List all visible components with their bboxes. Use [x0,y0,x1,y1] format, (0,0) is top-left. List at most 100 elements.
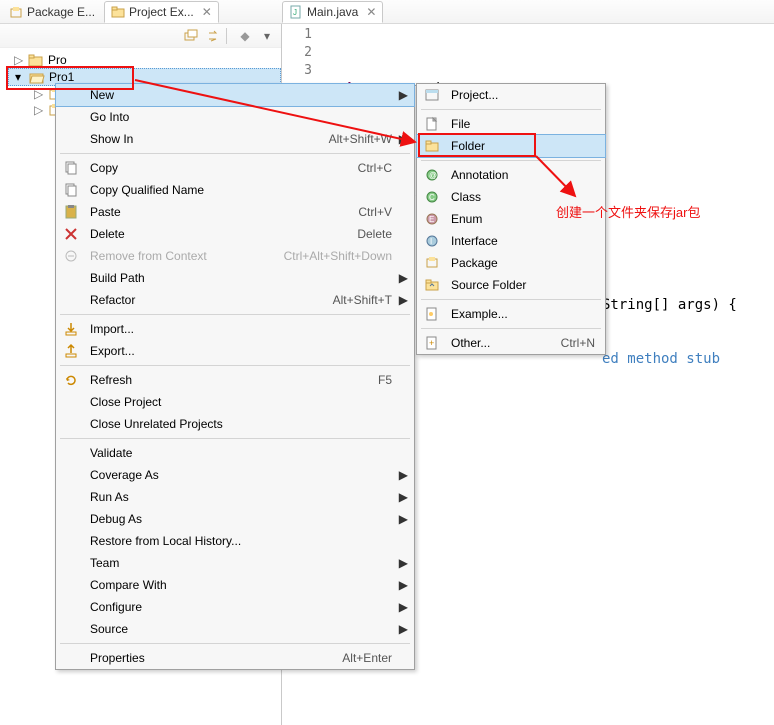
link-editor-icon[interactable] [206,28,222,44]
submenu-arrow-icon: ▶ [399,556,408,570]
menu-item-team[interactable]: Team▶ [56,552,414,574]
menu-separator [60,438,410,439]
project-icon [28,53,44,67]
import-icon [60,321,82,337]
menu-item-label: Annotation [451,168,595,182]
menu-item-source[interactable]: Source ▶ [56,618,414,640]
tab-label: Project Ex... [129,5,194,19]
menu-item-restore-from-local-history[interactable]: Restore from Local History... [56,530,414,552]
menu-item-label: Coverage As [90,468,392,482]
menu-item-run-as[interactable]: Run As ▶ [56,486,414,508]
refresh-icon [60,372,82,388]
menu-item-show-in[interactable]: Show InAlt+Shift+W▶ [56,128,414,150]
menu-item-copy[interactable]: CopyCtrl+C [56,157,414,179]
editor-tab-label: Main.java [307,5,358,19]
context-menu: New ▶ Go Into Show InAlt+Shift+W▶ CopyCtrl+C… [55,83,415,670]
delete-icon [60,226,82,242]
submenu-arrow-icon: ▶ [399,600,408,614]
copyq-icon [60,182,82,198]
menu-item-label: Other... [451,336,523,350]
menu-item-debug-as[interactable]: Debug As▶ [56,508,414,530]
expand-arrow-icon[interactable]: ▷ [14,53,24,67]
menu-item-refactor[interactable]: RefactorAlt+Shift+T▶ [56,289,414,311]
menu-item-label: Package [451,256,595,270]
menu-item-label: Close Unrelated Projects [90,417,392,431]
expand-arrow-icon[interactable]: ▷ [34,103,44,117]
submenu-arrow-icon: ▶ [399,490,408,504]
menu-item-accelerator: Ctrl+V [358,205,392,219]
menu-item-properties[interactable]: PropertiesAlt+Enter [56,647,414,669]
submenu-arrow-icon: ▶ [399,622,408,636]
menu-item-accelerator: Delete [357,227,392,241]
menu-item-label: Source [90,622,392,636]
highlight-box [6,66,134,90]
file-icon [421,116,443,132]
menu-item-label: Go Into [90,110,392,124]
menu-item-compare-with[interactable]: Compare With▶ [56,574,414,596]
menu-item-close-unrelated-projects[interactable]: Close Unrelated Projects [56,413,414,435]
menu-item-label: New [90,88,392,102]
menu-item-label: Project... [451,88,595,102]
menu-separator [60,365,410,366]
menu-item-file[interactable]: File [417,113,605,135]
collapse-all-icon[interactable] [184,28,200,44]
proj-icon [421,87,443,103]
menu-item-source-folder[interactable]: Source Folder [417,274,605,296]
tab-package-explorer[interactable]: Package E... [2,1,102,23]
tab-project-explorer[interactable]: Project Ex... ✕ [104,1,219,23]
menu-item-go-into[interactable]: Go Into [56,106,414,128]
menu-item-label: Build Path [90,271,392,285]
menu-item-label: Run As [90,490,392,504]
svg-text:I: I [430,237,432,246]
close-icon[interactable]: ✕ [366,5,376,19]
menu-item-example[interactable]: Example... [417,303,605,325]
submenu-arrow-icon: ▶ [399,271,408,285]
menu-item-label: Remove from Context [90,249,246,263]
enum-icon: E [421,211,443,227]
line-gutter: 123 [282,26,312,80]
srcf-icon [421,277,443,293]
menu-item-package[interactable]: Package [417,252,605,274]
menu-item-accelerator: F5 [378,373,392,387]
java-file-icon: J [289,5,303,19]
menu-item-copy-qualified-name[interactable]: Copy Qualified Name [56,179,414,201]
menu-item-close-project[interactable]: Close Project [56,391,414,413]
svg-text:@: @ [429,171,437,180]
menu-item-annotation[interactable]: @ Annotation [417,164,605,186]
menu-item-build-path[interactable]: Build Path ▶ [56,267,414,289]
menu-separator [421,160,601,161]
menu-item-label: Export... [90,344,392,358]
menu-item-label: Delete [90,227,319,241]
highlight-box [418,133,536,157]
close-icon[interactable]: ✕ [202,5,212,19]
focus-icon[interactable]: ◆ [237,28,253,44]
menu-item-project[interactable]: Project... [417,84,605,106]
menu-item-validate[interactable]: Validate [56,442,414,464]
annotation-text: 创建一个文件夹保存jar包 [556,202,700,221]
view-menu-icon[interactable]: ▾ [259,28,275,44]
menu-item-label: Close Project [90,395,392,409]
menu-item-label: Import... [90,322,392,336]
menu-item-import[interactable]: Import... [56,318,414,340]
submenu-arrow-icon: ▶ [399,88,408,102]
menu-item-refresh[interactable]: Refresh F5 [56,369,414,391]
menu-item-coverage-as[interactable]: Coverage As▶ [56,464,414,486]
menu-item-label: Show In [90,132,291,146]
export-icon [60,343,82,359]
editor-tab-main[interactable]: J Main.java ✕ [282,1,383,23]
iface-icon: I [421,233,443,249]
menu-item-other[interactable]: +Other...Ctrl+N [417,332,605,354]
menu-item-label: Interface [451,234,595,248]
menu-item-label: Refresh [90,373,340,387]
menu-item-label: Properties [90,651,304,665]
menu-item-remove-from-context: Remove from ContextCtrl+Alt+Shift+Down [56,245,414,267]
class-icon: C [421,189,443,205]
menu-item-configure[interactable]: Configure▶ [56,596,414,618]
remove-icon [60,248,82,264]
menu-item-delete[interactable]: Delete Delete [56,223,414,245]
menu-item-export[interactable]: Export... [56,340,414,362]
menu-separator [421,299,601,300]
menu-item-paste[interactable]: PasteCtrl+V [56,201,414,223]
menu-item-label: Example... [451,307,595,321]
menu-item-interface[interactable]: I Interface [417,230,605,252]
